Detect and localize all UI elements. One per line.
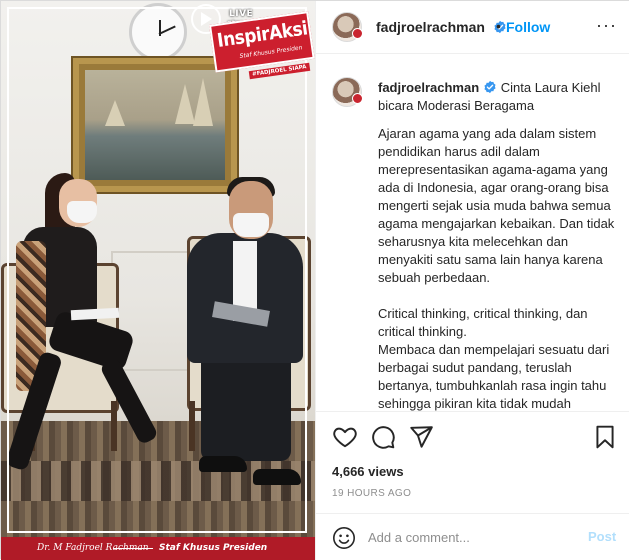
share-paper-plane-icon[interactable]: [408, 424, 434, 450]
comment-bubble-icon[interactable]: [370, 424, 396, 450]
caption-section: fadjroelrachman Cinta Laura Kiehl bicara…: [316, 55, 629, 411]
post-timestamp[interactable]: 19 HOURS AGO: [332, 488, 411, 499]
emoji-icon[interactable]: [332, 526, 356, 550]
header-username-text[interactable]: fadjroelrachman: [376, 19, 485, 35]
post-media[interactable]: LIVE stream InspirAksi Staf Khusus Presi…: [1, 1, 315, 560]
caption-avatar[interactable]: [332, 77, 363, 107]
avatar[interactable]: [332, 12, 363, 42]
follow-button[interactable]: Follow: [506, 19, 550, 35]
face-mask-right: [233, 213, 269, 237]
more-options-icon[interactable]: ···: [596, 15, 617, 36]
caption-paragraph: Ajaran agama yang ada dalam sistem pendi…: [378, 126, 615, 285]
caption-paragraph: Critical thinking, critical thinking, da…: [378, 306, 588, 339]
post-side-panel: fadjroelrachman • Follow ··· fadjroelrac…: [315, 1, 629, 560]
caption-body: Ajaran agama yang ada dalam sistem pendi…: [378, 125, 623, 411]
live-label: LIVE: [229, 9, 254, 19]
shoe-left: [199, 456, 247, 472]
header-username[interactable]: fadjroelrachman: [376, 19, 507, 35]
shoe-right: [253, 469, 301, 485]
wall-clock: [129, 3, 187, 61]
action-bar: 4,666 views 19 HOURS AGO: [316, 411, 629, 521]
verified-badge-icon: [484, 80, 496, 94]
harbor-painting: [73, 58, 237, 192]
view-count[interactable]: 4,666 views: [332, 464, 404, 479]
caption-username[interactable]: fadjroelrachman: [378, 80, 479, 95]
caption-paragraph: Membaca dan mempelajari sesuatu dari ber…: [378, 342, 610, 411]
post-comment-button[interactable]: Post: [588, 529, 616, 544]
instagram-post: LIVE stream InspirAksi Staf Khusus Presi…: [0, 0, 629, 560]
post-header: fadjroelrachman • Follow ···: [316, 1, 629, 54]
comment-input[interactable]: [368, 527, 578, 547]
comment-bar: Post: [316, 513, 629, 560]
caption-header: fadjroelrachman Cinta Laura Kiehl bicara…: [378, 79, 618, 115]
banner-title: Staf Khusus Presiden: [159, 543, 268, 553]
bookmark-icon[interactable]: [592, 424, 618, 450]
lower-third-banner: Dr. M Fadjroel Rachman Staf Khusus Presi…: [1, 537, 315, 560]
separator-dot: •: [496, 18, 501, 34]
face-mask-left: [67, 201, 97, 223]
banner-divider: [113, 548, 153, 549]
like-heart-icon[interactable]: [332, 424, 358, 450]
